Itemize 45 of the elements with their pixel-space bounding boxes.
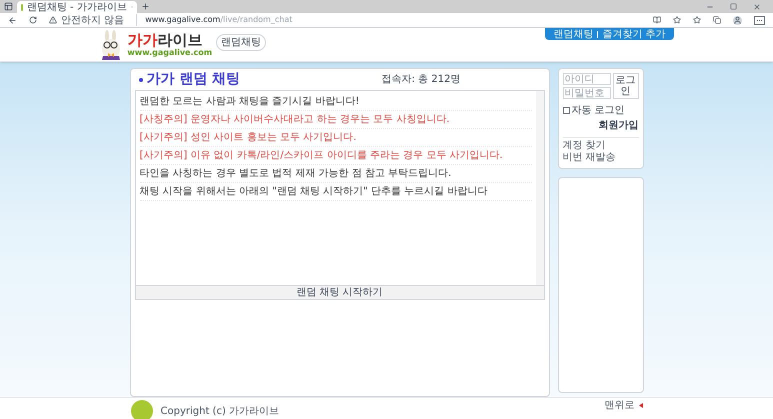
copyright-text: Copyright (c) 가가라이브: [160, 405, 280, 419]
browser-tab[interactable]: 랜덤채팅 - 가가라이브: [17, 1, 137, 13]
account-link[interactable]: 계정 찾기: [562, 140, 606, 152]
site-logo-text[interactable]: 가가라이브: [127, 32, 212, 48]
security-label[interactable]: 안전하지 않음: [61, 12, 124, 28]
chat-message: 랜덤한 모르는 사람과 채팅을 즐기시길 바랍니다!: [140, 93, 532, 111]
chat-message: [사기주의] 성인 사이트 홍보는 모두 사기입니다.: [140, 129, 532, 147]
online-count: 접속자: 총 212명: [382, 73, 460, 87]
id-field[interactable]: 아이디: [562, 73, 610, 85]
logo-badge: 랜덤채팅: [216, 34, 266, 51]
menu-icon[interactable]: [754, 16, 765, 24]
top-link[interactable]: 즐겨찾기 추가: [602, 28, 666, 40]
password-field[interactable]: 비밀번호: [562, 87, 610, 99]
signup-link[interactable]: 회원가입: [598, 118, 638, 133]
scrollbar[interactable]: [536, 91, 544, 285]
account-link[interactable]: 비번 재발송: [562, 152, 616, 164]
read-aloud-icon[interactable]: [653, 16, 661, 24]
tab-actions-icon[interactable]: [4, 2, 13, 11]
start-chat-button[interactable]: 랜덤 채팅 시작하기: [134, 286, 544, 300]
chat-title: 가가 랜덤 채팅: [146, 70, 240, 89]
close-icon[interactable]: [753, 3, 761, 11]
collections-icon[interactable]: [713, 16, 721, 24]
chat-message: [사칭주의] 운영자나 사이버수사대라고 하는 경우는 모두 사칭입니다.: [140, 111, 532, 129]
site-url: www.gagalive.com: [127, 48, 212, 58]
arrow-icon: [638, 403, 642, 408]
auto-login-label: 자동 로그인: [572, 104, 625, 118]
favorites-icon[interactable]: [693, 16, 701, 24]
bullet-icon: [138, 78, 142, 82]
tab-title: 랜덤채팅 - 가가라이브: [26, 2, 127, 12]
maximize-icon[interactable]: [730, 3, 737, 10]
warning-icon: [49, 16, 57, 24]
chat-message: [사기주의] 이유 없이 카톡/라인/스카이프 아이디를 주라는 경우 모두 사기입니다.: [140, 147, 532, 165]
top-link[interactable]: 랜덤채팅: [553, 28, 594, 40]
footer-logo-icon: [130, 400, 152, 419]
url-text[interactable]: www.gagalive.com/live/random_chat: [136, 14, 292, 26]
auto-login-checkbox[interactable]: [562, 107, 570, 114]
login-button[interactable]: 로그인: [612, 73, 638, 99]
new-tab-icon[interactable]: [141, 2, 150, 11]
chat-message: 타인을 사칭하는 경우 별도로 법적 제재 가능한 점 참고 부탁드립니다.: [140, 165, 532, 183]
back-to-top-link[interactable]: 맨위로: [604, 398, 634, 413]
favorite-icon[interactable]: [673, 16, 681, 24]
profile-icon[interactable]: [733, 16, 742, 24]
back-icon[interactable]: [8, 16, 17, 24]
refresh-icon[interactable]: [29, 16, 37, 24]
chat-message: 채팅 시작을 위해서는 아래의 "랜덤 채팅 시작하기" 단추를 누르시길 바랍니다: [140, 183, 532, 201]
